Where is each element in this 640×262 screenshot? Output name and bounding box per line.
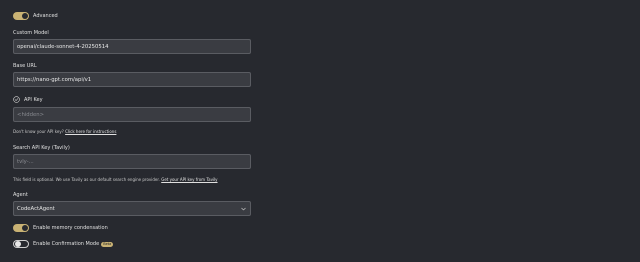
search-api-key-helper-text: This field is optional. We use Tavily as… <box>13 177 160 182</box>
confirmation-mode-label: Enable Confirmation Mode <box>33 241 100 247</box>
check-circle-icon <box>13 96 20 103</box>
toggle-knob <box>15 241 21 247</box>
advanced-toggle[interactable] <box>13 12 29 20</box>
agent-selected-value: CodeActAgent <box>17 205 55 212</box>
advanced-toggle-label: Advanced <box>33 13 58 19</box>
memory-condensation-toggle[interactable] <box>13 224 29 232</box>
api-key-placeholder: <hidden> <box>17 111 45 118</box>
api-key-input[interactable]: <hidden> <box>13 107 251 122</box>
tavily-api-key-link[interactable]: Get your API key from Tavily <box>161 177 217 182</box>
chevron-down-icon <box>241 207 246 211</box>
custom-model-value: openai/claude-sonnet-4-20250514 <box>17 43 109 50</box>
search-api-key-label: Search API Key (Tavily) <box>13 145 70 151</box>
api-key-helper-text: Don't know your API key? <box>13 129 64 134</box>
toggle-knob <box>22 225 28 231</box>
api-key-label-row: API Key <box>13 96 43 103</box>
base-url-input[interactable]: https://nano-gpt.com/api/v1 <box>13 72 251 87</box>
toggle-knob <box>22 13 28 19</box>
api-key-helper: Don't know your API key? Click here for … <box>13 129 116 134</box>
custom-model-input[interactable]: openai/claude-sonnet-4-20250514 <box>13 39 251 54</box>
search-api-key-input[interactable]: tvly-... <box>13 154 251 169</box>
confirmation-mode-row: Enable Confirmation Mode Beta <box>13 240 114 248</box>
advanced-toggle-row: Advanced <box>13 12 58 20</box>
confirmation-mode-toggle[interactable] <box>13 240 29 248</box>
custom-model-label: Custom Model <box>13 30 49 36</box>
api-key-instructions-link[interactable]: Click here for instructions <box>65 129 116 134</box>
llm-settings-panel: Advanced Custom Model openai/claude-sonn… <box>0 0 640 262</box>
base-url-label: Base URL <box>13 63 37 69</box>
base-url-value: https://nano-gpt.com/api/v1 <box>17 76 92 83</box>
search-api-key-placeholder: tvly-... <box>17 158 34 165</box>
memory-condensation-row: Enable memory condensation <box>13 224 108 232</box>
agent-label: Agent <box>13 192 28 198</box>
search-api-key-helper: This field is optional. We use Tavily as… <box>13 177 218 182</box>
agent-select[interactable]: CodeActAgent <box>13 201 251 216</box>
api-key-label: API Key <box>24 96 43 103</box>
beta-badge: Beta <box>101 241 114 247</box>
memory-condensation-label: Enable memory condensation <box>33 225 108 231</box>
